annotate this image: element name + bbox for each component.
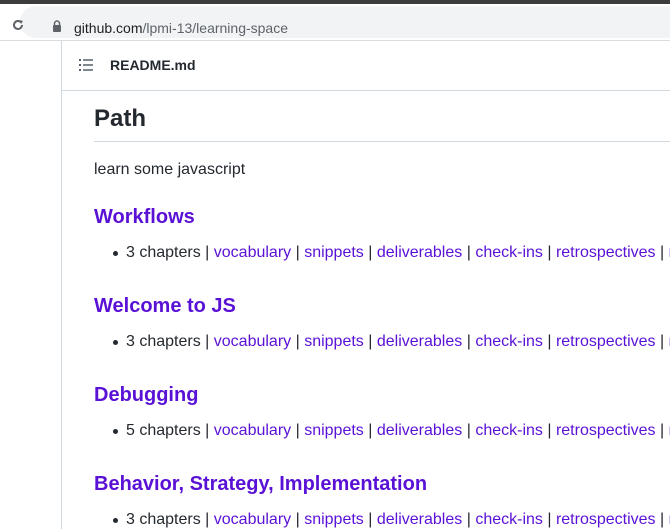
page-title: Path: [94, 105, 147, 132]
separator: |: [466, 333, 471, 350]
separator: |: [466, 511, 471, 528]
link-check-ins[interactable]: check-ins: [475, 244, 543, 261]
bullet: [113, 251, 118, 256]
chapter-count: 3 chapters |: [126, 333, 210, 350]
address-bar[interactable]: github.com/lpmi-13/learning-space: [13, 6, 670, 38]
url-text[interactable]: github.com/lpmi-13/learning-space: [74, 19, 288, 37]
url-path: /lpmi-13/learning-space: [142, 20, 289, 36]
separator: |: [295, 511, 300, 528]
separator: |: [660, 244, 665, 261]
list-item: 3 chapters | vocabulary | snippets | del…: [94, 243, 670, 263]
list-item: 5 chapters | vocabulary | snippets | del…: [94, 421, 670, 441]
separator: |: [660, 333, 665, 350]
file-header: README.md: [62, 41, 670, 91]
link-check-ins[interactable]: check-ins: [475, 422, 543, 439]
separator: |: [466, 244, 471, 261]
readme-section: Behavior, Strategy, Implementation 3 chap…: [94, 472, 670, 530]
readme-section: Welcome to JS 3 chapters | vocabulary | s…: [94, 294, 670, 352]
chapter-links: 3 chapters | vocabulary | snippets | del…: [126, 510, 670, 530]
separator: |: [295, 333, 300, 350]
separator: |: [660, 511, 665, 528]
list-item: 3 chapters | vocabulary | snippets | del…: [94, 510, 670, 530]
separator: |: [466, 422, 471, 439]
link-snippets[interactable]: snippets: [304, 511, 364, 528]
separator: |: [295, 244, 300, 261]
file-name: README.md: [110, 57, 196, 73]
chapter-links: 5 chapters | vocabulary | snippets | del…: [126, 421, 670, 441]
list-item: 3 chapters | vocabulary | snippets | del…: [94, 332, 670, 352]
list-icon[interactable]: [79, 59, 93, 71]
title-divider: [94, 141, 670, 142]
separator: |: [368, 333, 373, 350]
chapter-links: 3 chapters | vocabulary | snippets | del…: [126, 332, 670, 352]
chapter-count: 5 chapters |: [126, 422, 210, 439]
chapter-links: 3 chapters | vocabulary | snippets | del…: [126, 243, 670, 263]
separator: |: [368, 422, 373, 439]
separator: |: [368, 511, 373, 528]
bullet: [113, 429, 118, 434]
separator: |: [547, 333, 552, 350]
link-snippets[interactable]: snippets: [304, 422, 364, 439]
separator: |: [547, 511, 552, 528]
chapter-count: 3 chapters |: [126, 511, 210, 528]
separator: |: [660, 422, 665, 439]
separator: |: [547, 244, 552, 261]
url-host: github.com: [74, 20, 143, 36]
separator: |: [368, 244, 373, 261]
link-vocabulary[interactable]: vocabulary: [214, 244, 291, 261]
bullet: [113, 518, 118, 523]
reload-icon[interactable]: [12, 18, 24, 32]
link-vocabulary[interactable]: vocabulary: [214, 511, 291, 528]
readme-section: Workflows 3 chapters | vocabulary | snipp…: [94, 205, 670, 263]
link-check-ins[interactable]: check-ins: [475, 511, 543, 528]
intro-text: learn some javascript: [94, 161, 246, 178]
file-tree-pane: [0, 41, 62, 529]
link-check-ins[interactable]: check-ins: [475, 333, 543, 350]
readme-section: Debugging 5 chapters | vocabulary | snipp…: [94, 383, 670, 441]
link-deliverables[interactable]: deliverables: [377, 511, 462, 528]
chapter-count: 3 chapters |: [126, 244, 210, 261]
link-vocabulary[interactable]: vocabulary: [214, 333, 291, 350]
link-deliverables[interactable]: deliverables: [377, 422, 462, 439]
section-heading[interactable]: Workflows: [94, 205, 670, 229]
lock-icon[interactable]: [52, 20, 62, 32]
link-deliverables[interactable]: deliverables: [377, 333, 462, 350]
link-retrospectives[interactable]: retrospectives: [556, 333, 656, 350]
section-heading[interactable]: Behavior, Strategy, Implementation: [94, 472, 670, 496]
separator: |: [547, 422, 552, 439]
link-retrospectives[interactable]: retrospectives: [556, 511, 656, 528]
link-retrospectives[interactable]: retrospectives: [556, 422, 656, 439]
link-deliverables[interactable]: deliverables: [377, 244, 462, 261]
link-vocabulary[interactable]: vocabulary: [214, 422, 291, 439]
separator: |: [295, 422, 300, 439]
link-snippets[interactable]: snippets: [304, 244, 364, 261]
section-heading[interactable]: Welcome to JS: [94, 294, 670, 318]
section-heading[interactable]: Debugging: [94, 383, 670, 407]
link-retrospectives[interactable]: retrospectives: [556, 244, 656, 261]
window-top-edge: [0, 0, 670, 4]
bullet: [113, 340, 118, 345]
link-snippets[interactable]: snippets: [304, 333, 364, 350]
